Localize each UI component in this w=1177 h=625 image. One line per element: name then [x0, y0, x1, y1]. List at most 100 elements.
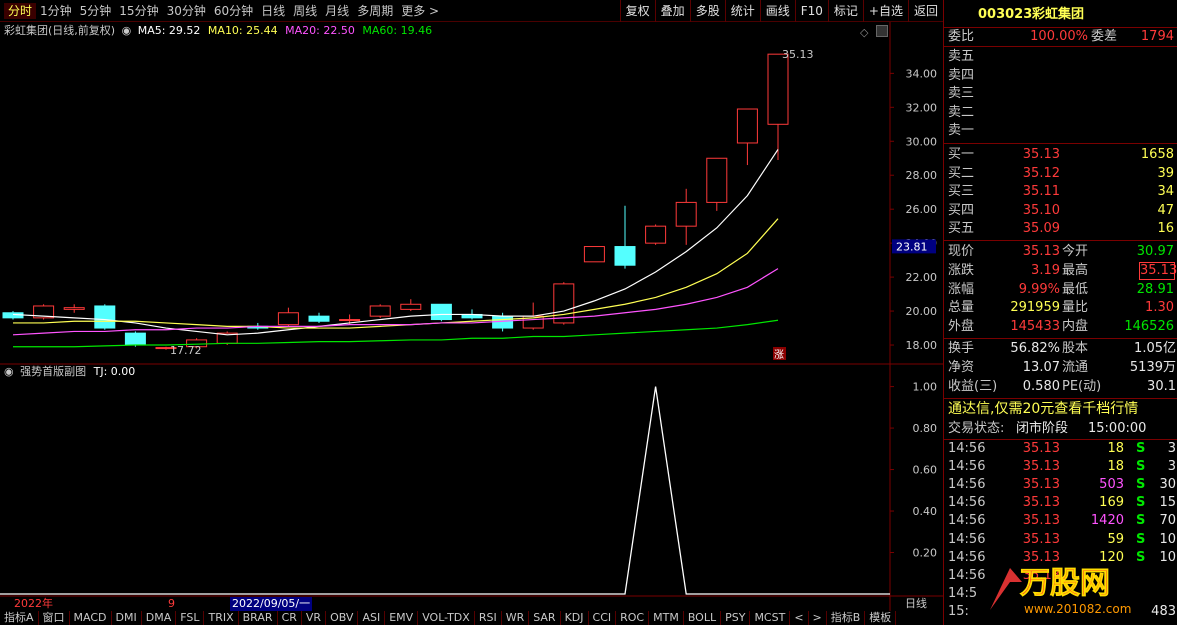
period-tab[interactable]: 月线: [321, 3, 353, 19]
settings-icon[interactable]: ◉: [4, 365, 14, 378]
indicator-tab[interactable]: OBV: [326, 611, 359, 625]
period-tab[interactable]: 分时: [4, 3, 37, 19]
candle-body: [63, 307, 85, 310]
status-value: 闭市阶段: [1016, 421, 1069, 436]
indicator-tab[interactable]: ASI: [358, 611, 386, 625]
panel-separator: [944, 46, 1177, 47]
period-tab[interactable]: 1分钟: [36, 3, 76, 19]
tick-time: 14:56: [948, 513, 986, 529]
indicator-tab[interactable]: 模板: [865, 611, 897, 625]
buy-level-label: 买三: [948, 184, 975, 199]
period-tab[interactable]: 60分钟: [210, 3, 257, 19]
tick-volume: 18: [1107, 459, 1124, 475]
chart-area[interactable]: 34.0032.0030.0028.0026.0024.0022.0020.00…: [0, 0, 943, 625]
indicator-tab[interactable]: TRIX: [204, 611, 239, 625]
tick-time: 14:56: [948, 495, 986, 511]
sell-level-row: 卖二: [944, 104, 1177, 122]
indicator-tab[interactable]: CR: [278, 611, 302, 625]
indicator-tab[interactable]: PSY: [721, 611, 751, 625]
indicator-tab[interactable]: 指标B: [827, 611, 866, 625]
zoom-control[interactable]: ◇: [860, 26, 868, 39]
indicator-tab[interactable]: WR: [502, 611, 530, 625]
tick-price: 35.13: [1022, 531, 1060, 547]
y-tick-label: 30.00: [906, 135, 938, 148]
toolbar-button[interactable]: 标记: [827, 0, 863, 22]
indicator-tab[interactable]: BRAR: [239, 611, 278, 625]
toolbar-button[interactable]: +自选: [862, 0, 908, 22]
tick-price: 35.13: [1022, 549, 1060, 565]
toolbar-buttons: 复权 叠加 多股 统计 画线 F10 标记 +自选 返回: [619, 0, 943, 22]
kline-svg[interactable]: 34.0032.0030.0028.0026.0024.0022.0020.00…: [0, 0, 943, 625]
indicator-tab[interactable]: MACD: [70, 611, 112, 625]
buy-volume: 47: [1157, 202, 1174, 218]
buy-level-row: 买五 35.09 16: [944, 220, 1177, 238]
indicator-tab[interactable]: FSL: [176, 611, 205, 625]
quote-stat-row: 现价 35.13 今开 30.97: [944, 243, 1177, 261]
indicator-tab[interactable]: VOL-TDX: [418, 611, 475, 625]
candle-body: [583, 246, 605, 263]
toolbar-button[interactable]: 复权: [619, 0, 655, 22]
candle-body: [614, 246, 636, 266]
period-tab[interactable]: 30分钟: [163, 3, 210, 19]
date-axis: 2022年 9 2022/09/05/一 日线: [0, 597, 943, 611]
indicator-tab[interactable]: 窗口: [39, 611, 70, 625]
indicator-tab[interactable]: RSI: [475, 611, 502, 625]
period-tab[interactable]: 日线: [257, 3, 289, 19]
stat-value: 30.1: [1147, 378, 1176, 394]
tick-row: 14:56 35.13 18 S 3: [944, 440, 1177, 458]
indicator-tab[interactable]: DMI: [112, 611, 142, 625]
period-tab[interactable]: 周线: [289, 3, 321, 19]
indicator-tab[interactable]: 指标A: [0, 611, 39, 625]
indicator-tab[interactable]: EMV: [385, 611, 419, 625]
indicator-tab[interactable]: DMA: [142, 611, 177, 625]
toolbar-button[interactable]: 画线: [759, 0, 795, 22]
stat-value: 9.99%: [1018, 281, 1060, 297]
collapse-button[interactable]: [876, 25, 888, 37]
period-toolbar: 分时 1分钟 5分钟 15分钟 30分钟 60分钟 日线 周线 月线 多周期 更多 > 复权 叠加 多股…: [0, 0, 943, 22]
settings-icon[interactable]: ◉: [122, 24, 132, 37]
stat-value: 30.97: [1136, 244, 1174, 259]
period-tab[interactable]: 15分钟: [115, 3, 162, 19]
tick-volume: 169: [1099, 495, 1124, 511]
stat-label: 今开: [1062, 244, 1089, 259]
tick-count: 10: [1159, 549, 1176, 565]
indicator-tab[interactable]: >: [809, 611, 827, 625]
ad-text[interactable]: 通达信,仅需20元查看千档行情: [948, 400, 1138, 418]
toolbar-button[interactable]: 返回: [907, 0, 943, 22]
indicator-tab[interactable]: MTM: [649, 611, 684, 625]
indicator-tab[interactable]: SAR: [529, 611, 561, 625]
indicator-tab[interactable]: <: [790, 611, 809, 625]
y-tick-label: 34.00: [906, 67, 938, 80]
indicator-tab[interactable]: KDJ: [561, 611, 589, 625]
high-label: 35.13: [782, 48, 814, 61]
tick-price: 35.13: [1022, 567, 1060, 583]
low-label: 17.72: [170, 344, 202, 357]
stat-label: 流通: [1062, 359, 1089, 375]
indicator-tab[interactable]: ROC: [616, 611, 650, 625]
ad-banner[interactable]: 通达信,仅需20元查看千档行情: [944, 400, 1177, 418]
indicator-tab[interactable]: BOLL: [684, 611, 722, 625]
stat-value: 291959: [1010, 300, 1060, 316]
tick-count: 3: [1167, 459, 1176, 475]
indicator-tab[interactable]: MCST: [750, 611, 791, 625]
tick-price: 35.13: [1022, 495, 1060, 511]
tick-row: 15: 483: [944, 603, 1177, 621]
period-tab[interactable]: 5分钟: [76, 3, 116, 19]
y-tick-label: 22.00: [906, 271, 938, 284]
toolbar-button[interactable]: 统计: [724, 0, 760, 22]
toolbar-button[interactable]: 多股: [689, 0, 725, 22]
indicator-tab[interactable]: CCI: [589, 611, 617, 625]
indicator-tab[interactable]: VR: [302, 611, 327, 625]
period-tab[interactable]: 多周期: [353, 3, 397, 19]
weicha-label: 委差: [1091, 29, 1118, 44]
tj-label: TJ: 0.00: [93, 365, 136, 378]
stat-value: 35.13: [1139, 261, 1177, 280]
period-tab[interactable]: 更多 >: [397, 3, 443, 19]
toolbar-button[interactable]: 叠加: [654, 0, 690, 22]
sell-level-label: 卖三: [948, 86, 975, 101]
stat-label: 换手: [948, 341, 975, 356]
stat-value: 145433: [1010, 319, 1060, 335]
tick-price: 35.13: [1022, 459, 1060, 475]
toolbar-button[interactable]: F10: [794, 0, 828, 22]
tick-volume: 18: [1107, 441, 1124, 456]
